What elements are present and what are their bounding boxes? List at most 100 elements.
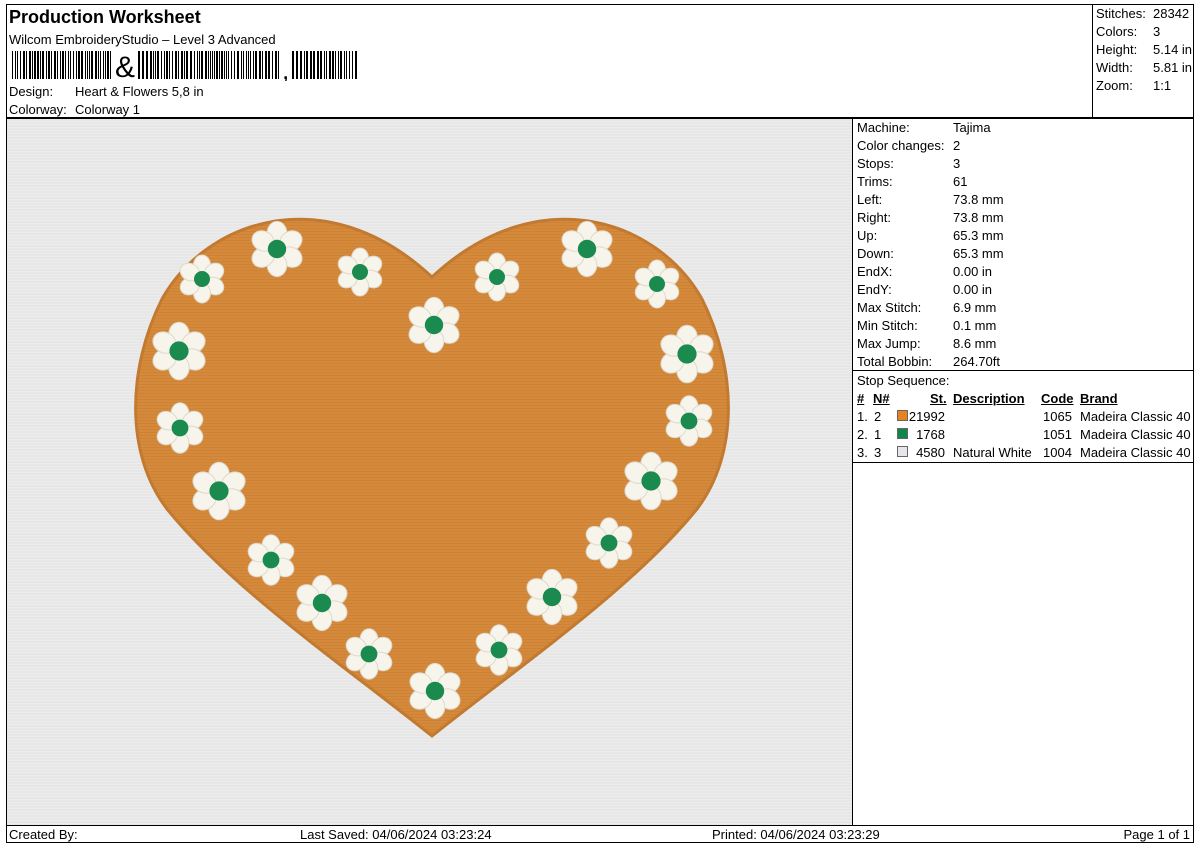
stop-stitches: 1768 bbox=[916, 427, 945, 442]
barcode-bar bbox=[85, 51, 86, 79]
barcode-bar bbox=[100, 51, 101, 79]
barcode-bar bbox=[234, 51, 235, 79]
barcode-bar bbox=[224, 51, 225, 79]
barcode-bar bbox=[355, 51, 357, 79]
barcode-bar bbox=[20, 51, 21, 79]
daisy-center bbox=[352, 264, 368, 280]
barcode-bar bbox=[306, 51, 308, 79]
worksheet-header: Production Worksheet Wilcom EmbroiderySt… bbox=[6, 4, 1194, 119]
spec-left: Left: 73.8 mm bbox=[857, 192, 1004, 207]
spec-value: 8.6 mm bbox=[953, 336, 997, 351]
spec-value: 0.00 in bbox=[953, 282, 993, 297]
spec-label: Right: bbox=[857, 210, 891, 225]
barcode-bar bbox=[155, 51, 156, 79]
spec-label: EndY: bbox=[857, 282, 892, 297]
barcode-bar bbox=[199, 51, 200, 79]
barcode-bar bbox=[292, 51, 294, 79]
spec-value: 73.8 mm bbox=[953, 192, 1004, 207]
colorway-label: Colorway: bbox=[9, 102, 67, 117]
daisy-center bbox=[360, 645, 378, 663]
barcode-bar bbox=[300, 51, 302, 79]
daisy-center bbox=[649, 276, 665, 292]
barcode-bar bbox=[17, 51, 18, 79]
daisy-center bbox=[680, 412, 698, 430]
barcode-bar bbox=[304, 51, 305, 79]
daisy-center bbox=[262, 551, 280, 569]
embroidery-design bbox=[7, 119, 852, 825]
daisy-center bbox=[267, 239, 287, 259]
barcode-bar bbox=[186, 51, 188, 79]
barcode-bar bbox=[138, 51, 140, 79]
barcode-bar bbox=[221, 51, 223, 79]
stop-code: 1004 bbox=[1043, 445, 1072, 460]
barcode-bar bbox=[184, 51, 185, 79]
spec-value: 65.3 mm bbox=[953, 228, 1004, 243]
spec-endx: EndX: 0.00 in bbox=[857, 264, 992, 279]
barcode-bar bbox=[29, 51, 31, 79]
barcode-bar bbox=[181, 51, 183, 79]
stop-needle: 3 bbox=[874, 445, 882, 460]
barcode-bar bbox=[344, 51, 345, 79]
barcode-bar bbox=[262, 51, 263, 79]
design-barcode: &, bbox=[12, 51, 357, 81]
design-row: Design: Heart & Flowers 5,8 in bbox=[9, 84, 204, 99]
barcode-bar bbox=[34, 51, 36, 79]
barcode-bar bbox=[326, 51, 327, 79]
section-divider bbox=[853, 462, 1193, 463]
daisy-center bbox=[577, 239, 597, 259]
barcode-bar bbox=[253, 51, 254, 79]
last-saved: Last Saved: 04/06/2024 03:23:24 bbox=[300, 827, 492, 842]
barcode-bar bbox=[237, 51, 239, 79]
page-number: Page 1 of 1 bbox=[1123, 827, 1191, 842]
barcode-bar bbox=[37, 51, 39, 79]
daisy-center bbox=[312, 593, 332, 613]
barcode-bar bbox=[172, 51, 173, 79]
barcode-bar bbox=[346, 51, 347, 79]
stop-needle: 1 bbox=[874, 427, 882, 442]
spec-label: EndX: bbox=[857, 264, 893, 279]
spec-down: Down: 65.3 mm bbox=[857, 246, 1004, 261]
barcode-bar bbox=[317, 51, 319, 79]
barcode-bar bbox=[23, 51, 25, 79]
stat-stitches: Stitches: 28342 bbox=[1096, 6, 1189, 21]
design-preview bbox=[6, 118, 853, 826]
spec-label: Min Stitch: bbox=[857, 318, 918, 333]
spec-value: 264.70ft bbox=[953, 354, 1000, 369]
barcode-bar bbox=[46, 51, 47, 79]
spec-label: Up: bbox=[857, 228, 878, 243]
spec-stops: Stops: 3 bbox=[857, 156, 960, 171]
barcode-bar bbox=[320, 51, 322, 79]
barcode-bar bbox=[12, 51, 13, 79]
spec-endy: EndY: 0.00 in bbox=[857, 282, 992, 297]
spec-right: Right: 73.8 mm bbox=[857, 210, 1004, 225]
barcode-bar bbox=[197, 51, 198, 79]
thread-color-swatch bbox=[897, 428, 908, 439]
barcode-bar bbox=[338, 51, 339, 79]
stop-index: 3. bbox=[857, 445, 868, 460]
barcode-bar bbox=[76, 51, 77, 79]
spec-label: Total Bobbin: bbox=[857, 354, 933, 369]
barcode-bar bbox=[340, 51, 342, 79]
barcode-bar bbox=[73, 51, 74, 79]
spec-label: Stops: bbox=[857, 156, 894, 171]
spec-up: Up: 65.3 mm bbox=[857, 228, 1004, 243]
barcode-bar bbox=[62, 51, 64, 79]
barcode-bar bbox=[110, 51, 111, 79]
stop-code: 1065 bbox=[1043, 409, 1072, 424]
spec-label: Left: bbox=[857, 192, 883, 207]
spec-machine: Machine: Tajima bbox=[857, 120, 991, 135]
stop-sequence-title: Stop Sequence: bbox=[857, 373, 950, 388]
barcode-bar bbox=[246, 51, 247, 79]
barcode-bar bbox=[255, 51, 257, 79]
barcode-bar bbox=[335, 51, 336, 79]
daisy-center bbox=[171, 419, 189, 437]
section-divider bbox=[853, 370, 1193, 371]
barcode-bar bbox=[91, 51, 93, 79]
barcode-bar bbox=[216, 51, 218, 79]
created-by: Created By: bbox=[9, 827, 78, 842]
stat-label: Height: bbox=[1096, 42, 1138, 57]
barcode-bar bbox=[51, 51, 52, 79]
daisy-center bbox=[169, 341, 189, 361]
spec-min-stitch: Min Stitch: 0.1 mm bbox=[857, 318, 996, 333]
spec-color-changes: Color changes: 2 bbox=[857, 138, 960, 153]
